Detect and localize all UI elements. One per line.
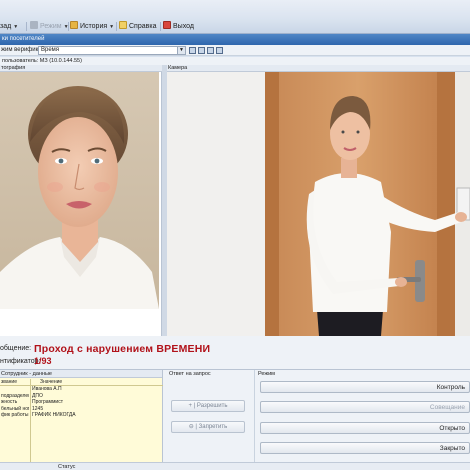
row-value: 1245: [32, 405, 44, 412]
table-row[interactable]: бельный номер 1245: [0, 406, 163, 413]
row-value: ДПО: [32, 392, 43, 399]
menu-item-mode-label: Режим: [40, 23, 62, 30]
employee-data-panel: Сотрудник - данные звание Значение Ивано…: [0, 370, 163, 462]
row-name: жность: [1, 399, 18, 406]
row-name: подразделение: [1, 392, 29, 399]
menu-item-exit[interactable]: Выход: [163, 21, 194, 32]
mode-panel-title: Режим: [258, 371, 275, 377]
message-area: общение: Проход с нарушением ВРЕМЕНИ нти…: [0, 336, 470, 369]
message-label: общение:: [0, 345, 32, 352]
menu-bar: зад ▼ Режим ▼ История ▼ Справка Выход: [0, 0, 470, 34]
toolbar: жим верификации: Время ▼: [0, 45, 470, 56]
verification-mode-select[interactable]: Время ▼: [38, 46, 186, 55]
employee-data-title: Сотрудник - данные: [0, 370, 162, 378]
chevron-down-icon: ▼: [109, 24, 115, 30]
window-title-strip: ки посетителей: [0, 34, 470, 45]
column-header-value: Значение: [40, 379, 63, 385]
menu-separator: [116, 22, 117, 31]
verification-mode-value: Время: [41, 47, 60, 53]
deny-button[interactable]: ⊖ | Запретить: [171, 421, 245, 433]
answer-panel-title: Ответ на запрос: [169, 371, 211, 377]
menu-separator: [26, 22, 27, 31]
list-icon[interactable]: [216, 47, 223, 54]
menu-item-help[interactable]: Справка: [119, 21, 156, 32]
open-mode-button[interactable]: Открыто: [260, 422, 470, 434]
mode-icon: [30, 21, 38, 29]
employee-portrait: [0, 86, 159, 309]
row-name: бельный номер: [1, 405, 29, 412]
status-bar: Статус: [0, 462, 470, 470]
menu-item-history[interactable]: История ▼: [70, 21, 114, 32]
chevron-down-icon: ▼: [177, 47, 185, 54]
column-header-name: звание: [1, 379, 18, 385]
table-row[interactable]: подразделение ДПО: [0, 393, 163, 400]
menu-item-exit-label: Выход: [173, 23, 194, 30]
message-text: Проход с нарушением ВРЕМЕНИ: [34, 343, 211, 355]
exit-door-icon: [163, 21, 171, 29]
row-value: ГРАФИК НИКОГДА: [32, 412, 76, 419]
camera-panel-title: Камера: [167, 65, 470, 72]
meeting-mode-button[interactable]: Совещание: [260, 401, 470, 413]
answer-panel: Ответ на запрос + | Разрешить ⊖ | Запрет…: [167, 370, 255, 462]
status-label: Статус: [58, 464, 76, 470]
menu-item-mode[interactable]: Режим ▼: [30, 21, 69, 32]
table-row[interactable]: Иванова А.П: [0, 386, 163, 393]
chevron-down-icon: ▼: [13, 24, 19, 30]
menu-item-back[interactable]: зад ▼: [0, 21, 18, 32]
photo-panel: [0, 72, 162, 336]
history-icon: [70, 21, 78, 29]
grid-icon[interactable]: [207, 47, 214, 54]
lock-icon[interactable]: [189, 47, 196, 54]
menu-item-back-label: зад: [0, 23, 12, 30]
camera-view: [167, 72, 470, 336]
menu-separator: [68, 22, 69, 31]
employee-data-table: звание Значение Иванова А.П подразделени…: [0, 379, 163, 419]
table-row[interactable]: жность Программист: [0, 399, 163, 406]
camera-icon[interactable]: [198, 47, 205, 54]
user-status-line: пользователь: МЗ (10.0.144.55): [0, 57, 470, 65]
menu-item-history-label: История: [80, 23, 108, 30]
bottom-section: Сотрудник - данные звание Значение Ивано…: [0, 369, 470, 470]
identifier-value: 1/93: [34, 356, 52, 366]
row-value: Иванова А.П: [32, 386, 62, 392]
camera-frame-image: [167, 72, 470, 336]
help-book-icon: [119, 21, 127, 29]
closed-mode-button[interactable]: Закрыто: [260, 442, 470, 454]
allow-button[interactable]: + | Разрешить: [171, 400, 245, 412]
table-row[interactable]: фик работы ГРАФИК НИКОГДА: [0, 412, 163, 419]
menu-item-help-label: Справка: [129, 23, 157, 30]
photo-panel-title: тография: [0, 65, 162, 72]
control-mode-button[interactable]: Контроль: [260, 381, 470, 393]
row-name: фик работы: [1, 412, 29, 419]
table-header: звание Значение: [0, 379, 163, 386]
column-divider: [30, 379, 31, 462]
row-value: Программист: [32, 399, 63, 406]
employee-photo: [0, 72, 159, 309]
mode-panel: Режим Контроль Совещание Открыто Закрыто: [256, 370, 470, 462]
menu-separator: [160, 22, 161, 31]
